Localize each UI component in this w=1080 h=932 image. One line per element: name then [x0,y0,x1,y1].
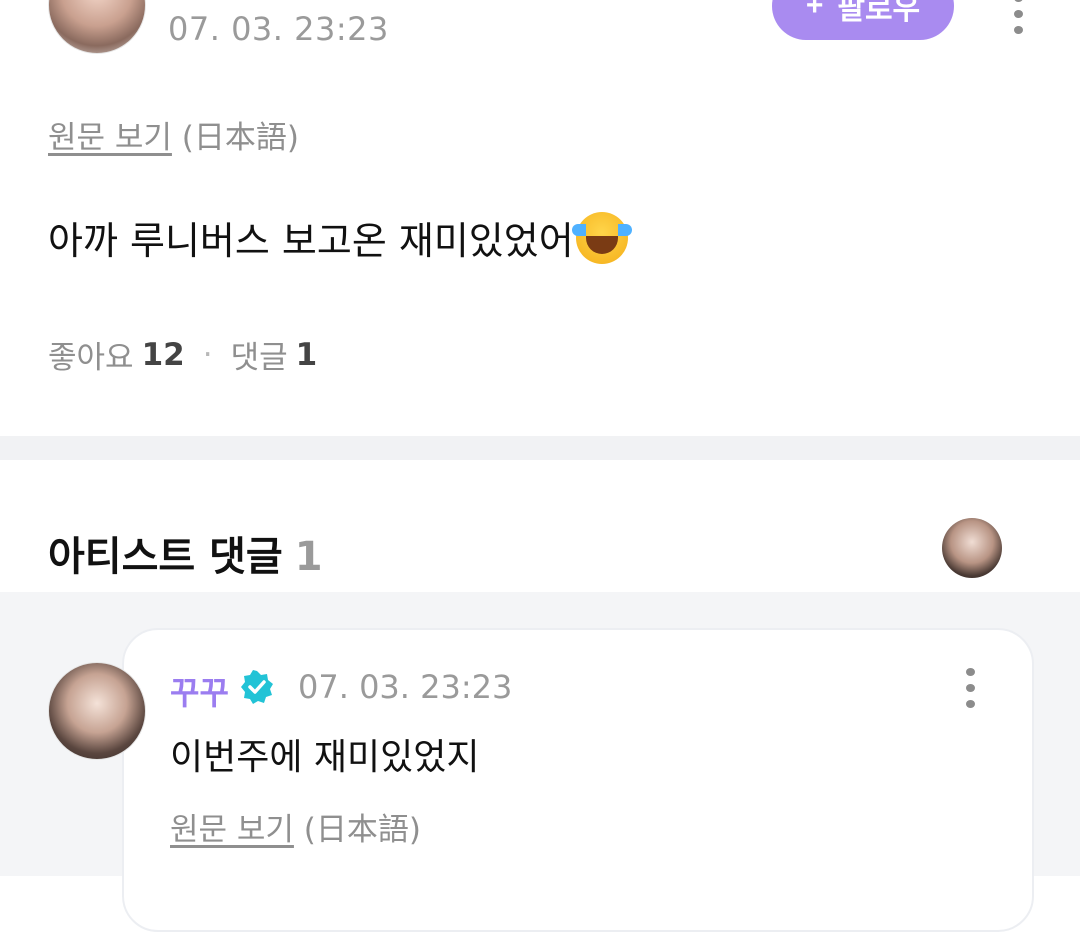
artist-avatar[interactable] [942,518,1002,578]
follow-button-label: 팔로우 [837,0,921,26]
stats-separator: · [202,336,213,373]
commenter-name[interactable]: 꾸꾸 [170,668,229,714]
post-view-original[interactable]: 원문 보기 (日本語) [48,112,299,157]
artist-comments-title: 아티스트 댓글 1 [48,524,323,582]
verified-badge-icon [241,670,273,704]
comments-label[interactable]: 댓글 [231,332,288,377]
likes-count: 12 [141,336,185,373]
author-avatar[interactable] [48,0,146,54]
view-original-link[interactable]: 원문 보기 [170,812,294,848]
artist-comments-count: 1 [294,534,323,580]
likes-label[interactable]: 좋아요 [48,332,134,377]
face-with-tears-of-joy-icon [571,211,632,264]
comments-count: 1 [295,336,318,373]
artist-comments-heading: 아티스트 댓글 [48,534,283,580]
comment-view-original[interactable]: 원문 보기 (日本語) [170,804,421,849]
follow-button[interactable]: + 팔로우 [772,0,954,40]
post-more-icon[interactable] [1008,0,1028,34]
post-date: 07. 03. 23:23 [168,10,389,48]
plus-icon: + [805,0,824,22]
comment-more-icon[interactable] [960,668,980,708]
commenter-avatar[interactable] [48,662,146,760]
view-original-link[interactable]: 원문 보기 [48,120,172,156]
post-text: 아까 루니버스 보고온 재미있었어 [48,219,574,263]
original-language: (日本語) [303,812,421,848]
post-stats: 좋아요 12 · 댓글 1 [48,332,317,377]
section-divider [0,436,1080,460]
post-body: 아까 루니버스 보고온 재미있었어 [48,210,632,265]
comment-body: 이번주에 재미있었지 [170,737,480,778]
original-language: (日本語) [181,120,299,156]
comment-date: 07. 03. 23:23 [298,668,513,706]
